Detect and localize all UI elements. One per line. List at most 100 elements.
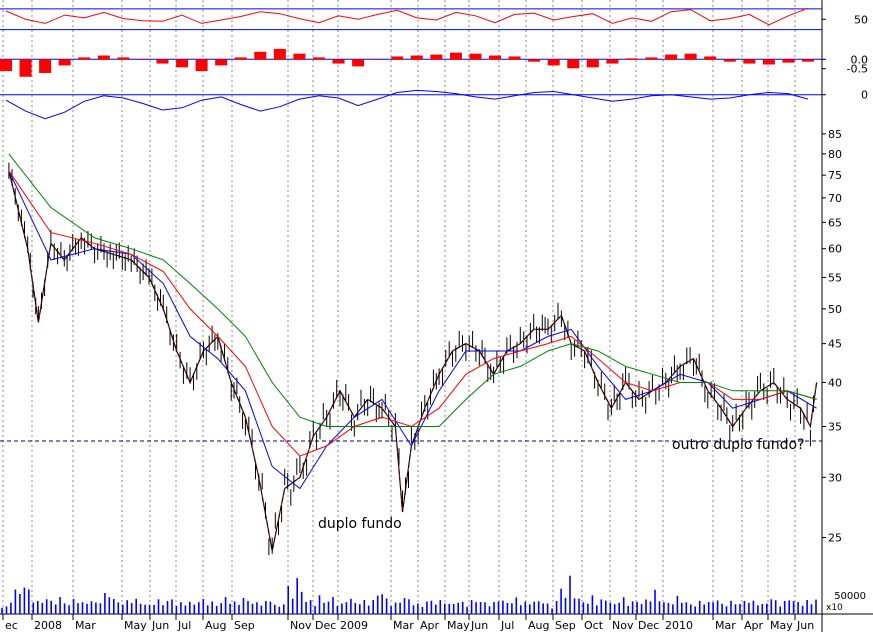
x-tick-label: Mar (75, 619, 96, 632)
histogram-bar (19, 59, 32, 77)
x-tick-label: Dec (315, 619, 336, 632)
x-tick-label: Aug (528, 619, 549, 632)
histogram-bar (528, 59, 541, 62)
histogram-bar (743, 59, 756, 64)
y-tick-label: -0.5 (847, 63, 868, 76)
x-tick-label: Dec (638, 619, 659, 632)
x-tick-label: Sep (555, 619, 576, 632)
x-tick-label: Mar (715, 619, 736, 632)
histogram-bar (489, 55, 502, 60)
annotation-outro-duplo-fundo: outro duplo fundo? (672, 437, 805, 453)
stock-chart: 500.0-0.50858075706560555045403530255000… (0, 0, 873, 632)
y-tick-label: 35 (828, 421, 842, 434)
indicator-panel-3 (0, 89, 822, 120)
y-tick-label: 60 (828, 243, 842, 256)
y-tick-label: 55 (828, 271, 842, 284)
y-tick-label: 80 (828, 148, 842, 161)
histogram-bar (97, 55, 110, 60)
histogram-bar (215, 59, 228, 66)
histogram-bar (449, 52, 462, 60)
moving-average-line (8, 153, 817, 427)
histogram-bar (606, 59, 619, 64)
x-tick-label: Jun (796, 619, 814, 632)
x-tick-label: 2010 (665, 619, 693, 632)
x-tick-label: 2009 (340, 619, 368, 632)
x-tick-label: Nov (612, 619, 634, 632)
y-tick-label: 45 (828, 338, 842, 351)
histogram-bar (332, 59, 345, 64)
histogram-bar (195, 59, 208, 72)
x-tick-label: May (447, 619, 470, 632)
histogram-bar (391, 56, 404, 60)
histogram-bar (117, 57, 130, 60)
y-tick-label: 50 (828, 303, 842, 316)
histogram-bar (371, 59, 384, 60)
x-tick-label: May (124, 619, 147, 632)
histogram-bar (508, 56, 521, 60)
volume-multiplier-label: x10 (826, 603, 843, 613)
x-tick-label: Jun (151, 619, 169, 632)
histogram-bar (234, 57, 247, 60)
histogram-bar (156, 59, 169, 64)
x-tick-label: Sep (234, 619, 255, 632)
x-tick-label: Apr (420, 619, 440, 632)
annotation-duplo-fundo: duplo fundo (318, 516, 402, 532)
x-tick-label: Jun (470, 619, 488, 632)
x-tick-label: Aug (205, 619, 226, 632)
y-tick-label: 30 (828, 471, 842, 484)
indicator-line (5, 7, 809, 26)
histogram-bar (469, 53, 482, 60)
histogram-bar (684, 53, 697, 60)
histogram-bar (136, 59, 149, 60)
x-tick-label: Apr (744, 619, 764, 632)
histogram-bar (723, 59, 736, 62)
histogram-bar (625, 58, 638, 60)
indicator-panel-1 (0, 7, 822, 31)
histogram-bar (410, 55, 423, 60)
volume-panel (1, 575, 817, 614)
y-tick-label: 40 (828, 376, 842, 389)
histogram-bar (762, 59, 775, 65)
histogram-bar (58, 59, 71, 66)
y-tick-label: 25 (828, 531, 842, 544)
histogram-bar (0, 59, 12, 72)
histogram-bar (665, 54, 678, 60)
histogram-bar (430, 54, 443, 60)
histogram-bar (273, 48, 286, 60)
histogram-bar (293, 53, 306, 60)
x-axis: ec 2008 Mar May Jun Jul Aug Sep Nov Dec 2009 Mar Apr… (2, 614, 814, 632)
histogram-bar (586, 59, 599, 68)
indicator-panel-2 (0, 48, 822, 77)
y-tick-label: 70 (828, 192, 842, 205)
moving-average-line (8, 170, 817, 457)
y-tick-label: 85 (828, 128, 842, 141)
price-line (8, 170, 818, 552)
histogram-bar (645, 57, 658, 60)
histogram-bar (78, 57, 91, 60)
histogram-bar (176, 59, 189, 68)
y-tick-label: 65 (828, 216, 842, 229)
histogram-bar (802, 59, 814, 62)
histogram-bar (39, 59, 52, 73)
x-tick-label: Jul (500, 619, 514, 632)
y-tick-label: 0 (861, 89, 868, 102)
x-tick-label: 2008 (34, 619, 62, 632)
x-tick-label: ec (5, 619, 18, 632)
histogram-bar (704, 56, 717, 60)
x-tick-label: Oct (584, 619, 604, 632)
histogram-bar (254, 51, 267, 60)
histogram-bar (312, 57, 325, 60)
y-tick-label: 50000 (834, 591, 866, 602)
y-tick-label: 50 (854, 13, 868, 26)
x-tick-label: Mar (393, 619, 414, 632)
histogram-bar (352, 59, 365, 67)
x-tick-label: Nov (290, 619, 312, 632)
price-highlight (8, 170, 817, 552)
histogram-bar (567, 59, 580, 69)
y-axis: 500.0-0.50858075706560555045403530255000… (822, 13, 868, 602)
x-tick-label: Jul (177, 619, 191, 632)
histogram-bar (782, 59, 795, 63)
price-panel (0, 153, 822, 556)
x-tick-label: May (770, 619, 793, 632)
y-tick-label: 75 (828, 169, 842, 182)
